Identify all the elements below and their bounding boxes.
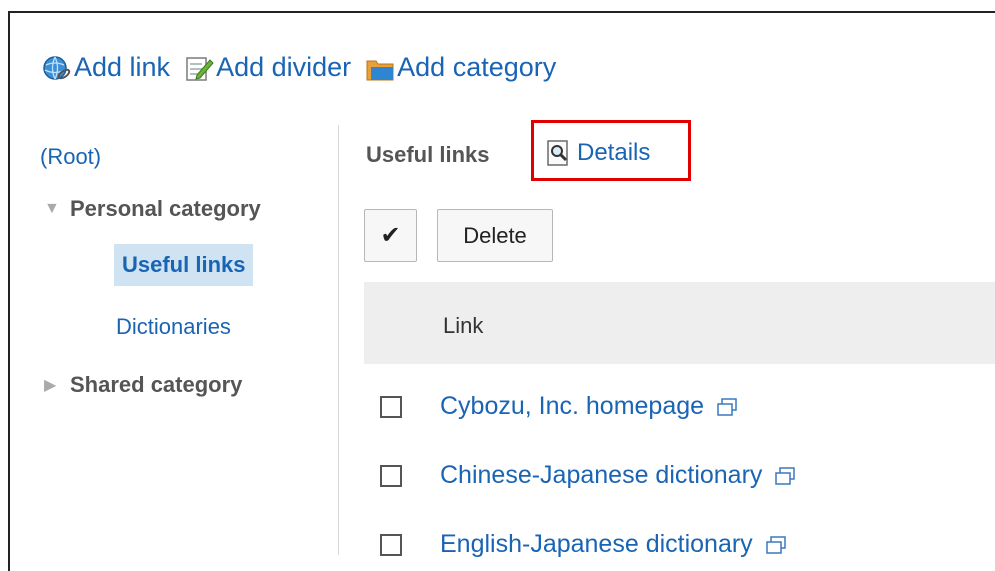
category-item-useful-links[interactable]: Useful links	[114, 244, 254, 286]
new-window-icon[interactable]	[716, 397, 738, 417]
new-window-icon[interactable]	[774, 466, 796, 486]
edit-document-icon	[186, 56, 214, 81]
collapsed-triangle-icon[interactable]: ▶	[44, 375, 58, 395]
row-checkbox[interactable]	[380, 395, 402, 418]
row-checkbox[interactable]	[380, 464, 402, 487]
details-label: Details	[577, 139, 651, 166]
category-title: Useful links	[366, 142, 490, 167]
folder-icon	[366, 60, 394, 80]
globe-link-icon	[43, 55, 71, 80]
expanded-triangle-icon[interactable]: ▼	[44, 200, 60, 218]
add-category-label: Add category	[397, 52, 557, 82]
toolbar: Add link Add divider Add category	[42, 52, 570, 83]
add-link-button[interactable]: Add link	[42, 52, 170, 83]
magnifier-document-icon	[547, 140, 568, 166]
link-item[interactable]: Chinese-Japanese dictionary	[440, 461, 762, 490]
sidebar-divider	[338, 125, 339, 555]
add-category-button[interactable]: Add category	[365, 52, 556, 83]
shared-category-label: Shared category	[70, 372, 243, 397]
column-header-link: Link	[443, 313, 484, 338]
add-divider-label: Add divider	[216, 52, 352, 82]
category-item-dictionaries[interactable]: Dictionaries	[116, 314, 231, 340]
select-all-button[interactable]: ✔	[364, 209, 417, 262]
link-item[interactable]: Cybozu, Inc. homepage	[440, 392, 704, 421]
add-link-label: Add link	[74, 52, 171, 82]
personal-category[interactable]: ▼ Personal category	[44, 196, 261, 222]
table-row: Cybozu, Inc. homepage	[380, 392, 738, 421]
add-divider-button[interactable]: Add divider	[184, 52, 351, 83]
shared-category[interactable]: ▶ Shared category	[44, 372, 242, 398]
personal-category-label: Personal category	[70, 196, 261, 221]
table-row: Chinese-Japanese dictionary	[380, 461, 796, 490]
root-category-link[interactable]: (Root)	[40, 144, 101, 170]
details-link[interactable]: Details	[545, 138, 650, 168]
delete-button[interactable]: Delete	[437, 209, 553, 262]
table-header: Link	[364, 282, 995, 364]
